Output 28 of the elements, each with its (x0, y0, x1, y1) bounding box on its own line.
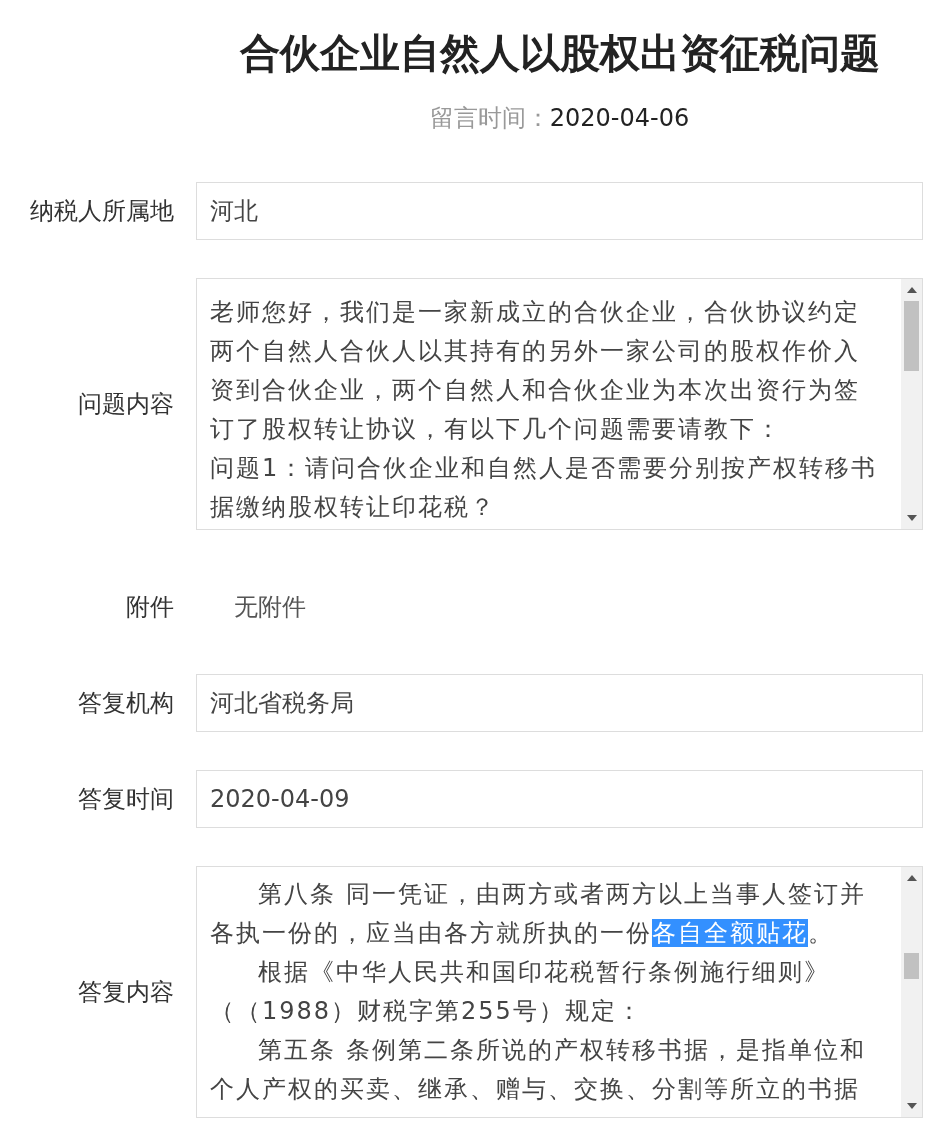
text-area[interactable]: 老师您好，我们是一家新成立的合伙企业，合伙协议约定两个自然人合伙人以其持有的另外一家公司的股权作价入资到合伙企业，两个自然人和合伙企业为本次出资行为签订了股权转让协议，有以下几个问题需要请教下： 问题1：请问合伙企业和自然人是否需要分别按产权转移书据缴纳股权转让印花税？ (196, 278, 923, 530)
scroll-up-icon[interactable] (906, 875, 917, 881)
field-value: 无附件 (234, 592, 306, 623)
field-label: 问题内容 (77, 389, 174, 420)
field-label: 答复时间 (77, 784, 174, 815)
paragraph: 问题1：请问合伙企业和自然人是否需要分别按产权转移书据缴纳股权转让印花税？ (210, 453, 879, 523)
field-label: 附件 (125, 592, 174, 623)
field-label: 答复机构 (77, 688, 174, 719)
scroll-thumb[interactable] (904, 953, 919, 979)
scrollbar[interactable] (901, 279, 922, 529)
scrollbar[interactable] (901, 867, 922, 1117)
text-field[interactable]: 河北省税务局 (196, 674, 923, 732)
message-time-value: 2020-04-06 (549, 104, 690, 132)
paragraph: 根据《中华人民共和国印花税暂行条例施行细则》（（1988）财税字第255号）规定： (210, 957, 831, 1027)
scroll-down-icon[interactable] (906, 1103, 917, 1109)
field-label: 答复内容 (77, 977, 174, 1008)
message-time-label: 留言时间： (429, 104, 550, 132)
text-area[interactable]: 第八条 同一凭证，由两方或者两方以上当事人签订并各执一份的，应当由各方就所执的一份各自全额贴花。 根据《中华人民共和国印花税暂行条例施行细则》（（1988）财税字第255号）规定： 第五条 条例第二条所说的产权转移书据，是指单位和个人产权的买卖、继承、赠与、交换、分割等所立的书据 (196, 866, 923, 1118)
text-field[interactable]: 2020-04-09 (196, 770, 923, 828)
text-field[interactable]: 河北 (196, 182, 923, 240)
page-title: 合伙企业自然人以股权出资征税问题 (239, 29, 880, 78)
paragraph: 第五条 条例第二条所说的产权转移书据，是指单位和个人产权的买卖、继承、赠与、交换、分割等所立的书据 (210, 1035, 867, 1105)
paragraph: 老师您好，我们是一家新成立的合伙企业，合伙协议约定两个自然人合伙人以其持有的另外一家公司的股权作价入资到合伙企业，两个自然人和合伙企业为本次出资行为签订了股权转让协议，有以下几个问题需要请教下： (210, 297, 861, 445)
scroll-down-icon[interactable] (906, 515, 917, 521)
scroll-up-icon[interactable] (906, 287, 917, 293)
paragraph: 第八条 同一凭证，由两方或者两方以上当事人签订并各执一份的，应当由各方就所执的一份各自全额贴花。 (210, 879, 867, 949)
field-label: 纳税人所属地 (29, 196, 174, 227)
scroll-thumb[interactable] (904, 301, 919, 371)
